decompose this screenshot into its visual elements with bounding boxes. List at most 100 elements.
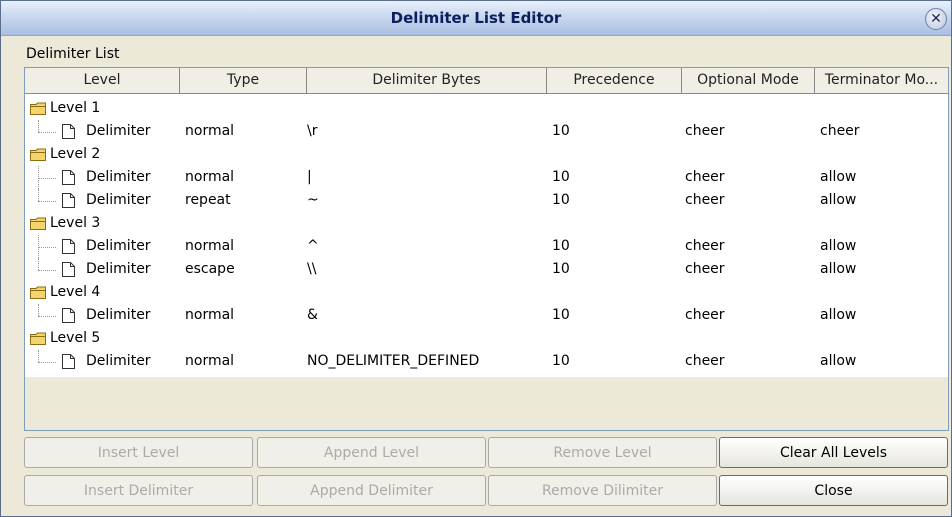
delimiter-list-label: Delimiter List bbox=[26, 46, 120, 62]
table-header: Level Type Delimiter Bytes Precedence Op… bbox=[25, 68, 948, 94]
delimiter-optional-mode: cheer bbox=[685, 353, 725, 369]
document-icon bbox=[62, 262, 75, 277]
delimiter-bytes: \r bbox=[307, 123, 318, 139]
delimiter-terminator-mode: allow bbox=[820, 169, 857, 185]
delimiter-optional-mode: cheer bbox=[685, 169, 725, 185]
delimiter-type: repeat bbox=[185, 192, 231, 208]
delimiter-name: Delimiter bbox=[86, 353, 151, 369]
insert-level-button[interactable]: Insert Level bbox=[24, 437, 253, 468]
level-label: Level 2 bbox=[50, 146, 101, 162]
level-row[interactable]: Level 2 bbox=[25, 143, 948, 166]
column-header-optional-mode[interactable]: Optional Mode bbox=[682, 68, 815, 93]
delimiter-precedence: 10 bbox=[552, 123, 570, 139]
document-icon bbox=[62, 239, 75, 254]
delimiter-type: normal bbox=[185, 307, 235, 323]
tree-connector bbox=[38, 258, 39, 270]
document-icon bbox=[62, 308, 75, 323]
level-label: Level 5 bbox=[50, 330, 101, 346]
delimiter-row[interactable]: Delimiter normal | 10 cheer allow bbox=[25, 166, 948, 189]
table-empty-area bbox=[25, 377, 948, 430]
folder-icon bbox=[30, 148, 46, 161]
level-row[interactable]: Level 5 bbox=[25, 327, 948, 350]
close-button[interactable]: Close bbox=[719, 475, 948, 506]
delimiter-tree-table[interactable]: Level Type Delimiter Bytes Precedence Op… bbox=[24, 67, 949, 431]
delimiter-type: normal bbox=[185, 353, 235, 369]
level-label: Level 1 bbox=[50, 100, 101, 116]
insert-delimiter-button[interactable]: Insert Delimiter bbox=[24, 475, 253, 506]
document-icon bbox=[62, 193, 75, 208]
delimiter-precedence: 10 bbox=[552, 169, 570, 185]
tree-connector bbox=[38, 132, 56, 133]
delimiter-list-editor-window: Delimiter List Editor ✕ Delimiter List L… bbox=[0, 0, 952, 517]
tree-connector bbox=[38, 270, 56, 271]
tree-connector bbox=[38, 350, 39, 362]
delimiter-terminator-mode: allow bbox=[820, 238, 857, 254]
delimiter-bytes: & bbox=[307, 307, 318, 323]
tree-connector bbox=[38, 201, 56, 202]
document-icon bbox=[62, 124, 75, 139]
delimiter-bytes: ^ bbox=[307, 238, 319, 254]
folder-icon bbox=[30, 286, 46, 299]
delimiter-row[interactable]: Delimiter normal \r 10 cheer cheer bbox=[25, 120, 948, 143]
close-window-button[interactable]: ✕ bbox=[925, 8, 947, 30]
level-row[interactable]: Level 1 bbox=[25, 97, 948, 120]
column-header-type[interactable]: Type bbox=[180, 68, 307, 93]
delimiter-optional-mode: cheer bbox=[685, 192, 725, 208]
clear-all-levels-button[interactable]: Clear All Levels bbox=[719, 437, 948, 468]
close-icon: ✕ bbox=[930, 11, 942, 27]
delimiter-terminator-mode: cheer bbox=[820, 123, 860, 139]
delimiter-precedence: 10 bbox=[552, 261, 570, 277]
remove-delimiter-button[interactable]: Remove Dilimiter bbox=[488, 475, 717, 506]
delimiter-precedence: 10 bbox=[552, 353, 570, 369]
column-header-precedence[interactable]: Precedence bbox=[547, 68, 682, 93]
delimiter-row[interactable]: Delimiter escape \\ 10 cheer allow bbox=[25, 258, 948, 281]
tree-connector bbox=[38, 247, 56, 248]
tree-connector bbox=[38, 189, 39, 201]
delimiter-precedence: 10 bbox=[552, 192, 570, 208]
delimiter-row[interactable]: Delimiter repeat ~10 cheer allow bbox=[25, 189, 948, 212]
document-icon bbox=[62, 354, 75, 369]
delimiter-bytes: \\ bbox=[307, 261, 317, 277]
delimiter-type: normal bbox=[185, 238, 235, 254]
delimiter-row[interactable]: Delimiter normal & 10 cheer allow bbox=[25, 304, 948, 327]
delimiter-optional-mode: cheer bbox=[685, 123, 725, 139]
delimiter-name: Delimiter bbox=[86, 192, 151, 208]
column-header-delimiter-bytes[interactable]: Delimiter Bytes bbox=[307, 68, 547, 93]
delimiter-bytes: ~ bbox=[307, 192, 319, 208]
delimiter-optional-mode: cheer bbox=[685, 307, 725, 323]
column-header-terminator-mode[interactable]: Terminator Mo... bbox=[815, 68, 948, 93]
folder-icon bbox=[30, 332, 46, 345]
delimiter-row[interactable]: Delimiter normal ^ 10 cheer allow bbox=[25, 235, 948, 258]
delimiter-name: Delimiter bbox=[86, 307, 151, 323]
delimiter-bytes: NO_DELIMITER_DEFINED bbox=[307, 353, 480, 369]
document-icon bbox=[62, 170, 75, 185]
delimiter-type: normal bbox=[185, 169, 235, 185]
folder-icon bbox=[30, 217, 46, 230]
append-level-button[interactable]: Append Level bbox=[257, 437, 486, 468]
column-header-level[interactable]: Level bbox=[25, 68, 180, 93]
delimiter-bytes: | bbox=[307, 169, 312, 185]
tree-connector bbox=[38, 120, 39, 132]
delimiter-optional-mode: cheer bbox=[685, 261, 725, 277]
tree-connector bbox=[38, 362, 56, 363]
delimiter-optional-mode: cheer bbox=[685, 238, 725, 254]
title-bar[interactable]: Delimiter List Editor ✕ bbox=[1, 1, 951, 36]
level-row[interactable]: Level 4 bbox=[25, 281, 948, 304]
level-label: Level 4 bbox=[50, 284, 101, 300]
tree-connector bbox=[38, 178, 56, 179]
tree-connector bbox=[38, 304, 39, 316]
remove-level-button[interactable]: Remove Level bbox=[488, 437, 717, 468]
delimiter-terminator-mode: allow bbox=[820, 192, 857, 208]
delimiter-type: normal bbox=[185, 123, 235, 139]
level-row[interactable]: Level 3 bbox=[25, 212, 948, 235]
delimiter-terminator-mode: allow bbox=[820, 307, 857, 323]
delimiter-precedence: 10 bbox=[552, 307, 570, 323]
delimiter-type: escape bbox=[185, 261, 235, 277]
delimiter-row[interactable]: Delimiter normal NO_DELIMITER_DEFINED 10 che… bbox=[25, 350, 948, 373]
append-delimiter-button[interactable]: Append Delimiter bbox=[257, 475, 486, 506]
delimiter-terminator-mode: allow bbox=[820, 353, 857, 369]
delimiter-name: Delimiter bbox=[86, 261, 151, 277]
window-title: Delimiter List Editor bbox=[390, 9, 562, 27]
delimiter-precedence: 10 bbox=[552, 238, 570, 254]
delimiter-terminator-mode: allow bbox=[820, 261, 857, 277]
